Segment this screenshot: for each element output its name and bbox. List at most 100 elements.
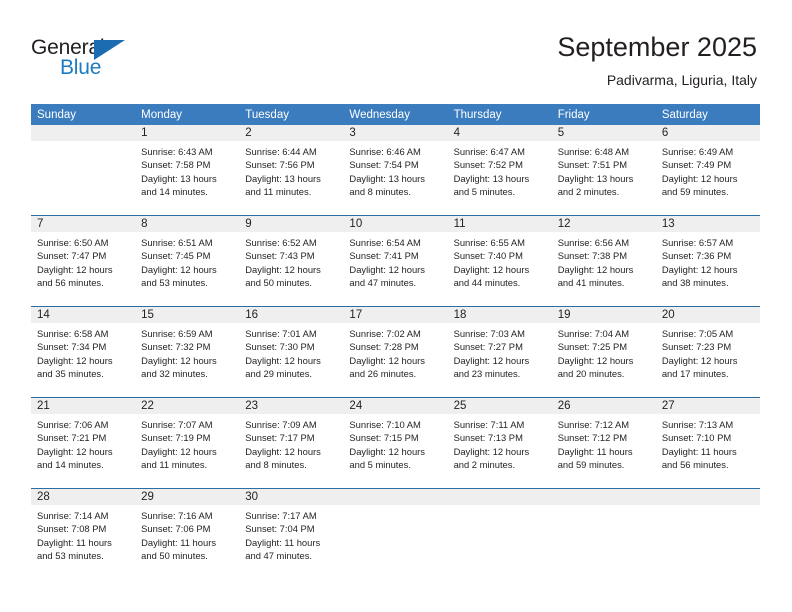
weekday-header-monday: Monday [135,104,240,125]
calendar-day-cell[interactable]: 8 Sunrise: 6:51 AM Sunset: 7:45 PM Daylight… [135,215,240,307]
day-detail-line: and 35 minutes. [37,368,104,380]
calendar-day-cell[interactable]: 28 Sunrise: 7:14 AM Sunset: 7:08 PM Dayligh… [31,488,136,579]
day-details: Sunrise: 7:10 AM Sunset: 7:15 PM Daylight:… [343,414,447,472]
day-details: Sunrise: 7:11 AM Sunset: 7:13 PM Daylight:… [448,414,552,472]
day-detail-line: Sunset: 7:19 PM [141,432,211,444]
calendar-table: Sunday Monday Tuesday Wednesday Thursday… [31,104,760,579]
day-details: Sunrise: 7:12 AM Sunset: 7:12 PM Daylight:… [552,414,656,472]
day-detail-line: and 56 minutes. [661,459,729,471]
day-detail-line: Daylight: 12 hours [349,354,425,366]
day-number: 5 [551,125,656,141]
day-detail-line: Daylight: 12 hours [37,445,113,457]
calendar-day-cell[interactable]: 27 Sunrise: 7:13 AM Sunset: 7:10 PM Dayligh… [655,397,760,489]
day-detail-line: Sunset: 7:49 PM [661,159,732,171]
day-number: 2 [239,125,344,141]
day-number: 16 [239,307,344,323]
day-number [31,125,136,141]
day-number: 8 [135,216,240,232]
weekday-header-friday: Friday [551,104,656,125]
calendar-week-row: 28 Sunrise: 7:14 AM Sunset: 7:08 PM Dayligh… [31,488,760,579]
day-detail-line: and 56 minutes. [37,277,104,289]
calendar-day-cell[interactable]: 22 Sunrise: 7:07 AM Sunset: 7:19 PM Dayligh… [135,397,240,489]
calendar-day-cell-empty [343,488,448,579]
day-detail-line: Daylight: 12 hours [349,445,425,457]
page-subtitle: Padivarma, Liguria, Italy [606,72,757,88]
general-blue-logo[interactable]: General Blue [31,36,151,84]
day-detail-line: Sunrise: 7:05 AM [661,328,734,339]
day-detail-line: and 14 minutes. [141,186,208,198]
calendar-day-cell[interactable]: 3 Sunrise: 6:46 AM Sunset: 7:54 PM Daylight… [343,125,448,216]
day-detail-line: Daylight: 11 hours [245,536,321,548]
calendar-day-cell[interactable]: 1 Sunrise: 6:43 AM Sunset: 7:58 PM Daylight… [135,125,240,216]
day-detail-line: Daylight: 12 hours [245,445,321,457]
calendar-day-cell[interactable]: 9 Sunrise: 6:52 AM Sunset: 7:43 PM Daylight… [239,215,344,307]
day-details: Sunrise: 6:47 AM Sunset: 7:52 PM Daylight:… [448,141,552,199]
day-details: Sunrise: 6:46 AM Sunset: 7:54 PM Daylight:… [343,141,447,199]
calendar-day-cell[interactable]: 25 Sunrise: 7:11 AM Sunset: 7:13 PM Dayligh… [447,397,552,489]
day-details: Sunrise: 7:03 AM Sunset: 7:27 PM Daylight:… [448,323,552,381]
day-detail-line: Sunrise: 7:06 AM [37,419,109,430]
calendar-day-cell[interactable]: 4 Sunrise: 6:47 AM Sunset: 7:52 PM Daylight… [447,125,552,216]
day-number: 1 [135,125,240,141]
day-detail-line: Sunrise: 7:01 AM [245,328,317,339]
day-number: 25 [447,398,552,414]
day-detail-line: and 50 minutes. [245,277,312,289]
day-details: Sunrise: 7:17 AM Sunset: 7:04 PM Daylight:… [239,505,343,563]
calendar-day-cell[interactable]: 13 Sunrise: 6:57 AM Sunset: 7:36 PM Dayligh… [655,215,760,307]
calendar-day-cell[interactable]: 24 Sunrise: 7:10 AM Sunset: 7:15 PM Dayligh… [343,397,448,489]
day-detail-line: Sunrise: 7:11 AM [453,419,525,430]
day-number [447,489,552,505]
day-detail-line: and 17 minutes. [661,368,729,380]
day-details: Sunrise: 6:58 AM Sunset: 7:34 PM Daylight:… [31,323,135,381]
day-details: Sunrise: 7:14 AM Sunset: 7:08 PM Daylight:… [31,505,135,563]
day-detail-line: Sunrise: 7:17 AM [245,510,317,521]
calendar-day-cell[interactable]: 2 Sunrise: 6:44 AM Sunset: 7:56 PM Daylight… [239,125,344,216]
day-detail-line: and 53 minutes. [37,550,104,562]
calendar-day-cell[interactable]: 17 Sunrise: 7:02 AM Sunset: 7:28 PM Dayligh… [343,306,448,398]
day-details: Sunrise: 6:49 AM Sunset: 7:49 PM Daylight:… [656,141,760,199]
calendar-day-cell[interactable]: 21 Sunrise: 7:06 AM Sunset: 7:21 PM Dayligh… [31,397,136,489]
day-details: Sunrise: 7:01 AM Sunset: 7:30 PM Daylight:… [239,323,343,381]
day-details: Sunrise: 6:43 AM Sunset: 7:58 PM Daylight:… [135,141,239,199]
calendar-day-cell[interactable]: 29 Sunrise: 7:16 AM Sunset: 7:06 PM Dayligh… [135,488,240,579]
day-detail-line: Sunset: 7:45 PM [141,250,211,262]
day-detail-line: Daylight: 12 hours [141,445,217,457]
calendar-day-cell[interactable]: 6 Sunrise: 6:49 AM Sunset: 7:49 PM Daylight… [655,125,760,216]
day-detail-line: and 20 minutes. [557,368,625,380]
day-detail-line: Daylight: 12 hours [453,263,530,275]
calendar-day-cell[interactable]: 23 Sunrise: 7:09 AM Sunset: 7:17 PM Dayligh… [239,397,344,489]
day-detail-line: and 5 minutes. [453,186,516,198]
day-detail-line: Daylight: 12 hours [141,263,217,275]
calendar-day-cell[interactable]: 19 Sunrise: 7:04 AM Sunset: 7:25 PM Dayligh… [551,306,656,398]
day-detail-line: Sunrise: 6:51 AM [141,237,213,248]
calendar-day-cell[interactable]: 26 Sunrise: 7:12 AM Sunset: 7:12 PM Dayligh… [551,397,656,489]
calendar-day-cell[interactable]: 30 Sunrise: 7:17 AM Sunset: 7:04 PM Dayligh… [239,488,344,579]
calendar-day-cell[interactable]: 15 Sunrise: 6:59 AM Sunset: 7:32 PM Dayligh… [135,306,240,398]
calendar-day-cell-empty [447,488,552,579]
logo-text-blue: Blue [60,56,102,79]
day-detail-line: Sunset: 7:52 PM [453,159,523,171]
calendar-day-cell[interactable]: 12 Sunrise: 6:56 AM Sunset: 7:38 PM Dayligh… [551,215,656,307]
day-detail-line: Sunset: 7:28 PM [349,341,419,353]
day-detail-line: Sunset: 7:54 PM [349,159,419,171]
day-detail-line: Sunset: 7:51 PM [557,159,628,171]
day-detail-line: Daylight: 11 hours [661,445,737,457]
calendar-day-cell[interactable]: 16 Sunrise: 7:01 AM Sunset: 7:30 PM Dayligh… [239,306,344,398]
day-detail-line: Daylight: 12 hours [661,263,738,275]
calendar-week-row: 21 Sunrise: 7:06 AM Sunset: 7:21 PM Dayligh… [31,397,760,489]
calendar-day-cell[interactable]: 18 Sunrise: 7:03 AM Sunset: 7:27 PM Dayligh… [447,306,552,398]
day-detail-line: Sunset: 7:06 PM [141,523,211,535]
day-detail-line: Sunset: 7:58 PM [141,159,211,171]
calendar-day-cell[interactable]: 20 Sunrise: 7:05 AM Sunset: 7:23 PM Dayligh… [655,306,760,398]
calendar-day-cell[interactable]: 5 Sunrise: 6:48 AM Sunset: 7:51 PM Daylight… [551,125,656,216]
day-number: 13 [655,216,760,232]
calendar-week-row: 1 Sunrise: 6:43 AM Sunset: 7:58 PM Daylight… [31,125,760,216]
day-detail-line: Sunset: 7:23 PM [661,341,732,353]
calendar-day-cell[interactable]: 10 Sunrise: 6:54 AM Sunset: 7:41 PM Dayligh… [343,215,448,307]
calendar-day-cell[interactable]: 11 Sunrise: 6:55 AM Sunset: 7:40 PM Dayligh… [447,215,552,307]
day-detail-line: Sunset: 7:40 PM [453,250,523,262]
day-detail-line: and 38 minutes. [661,277,729,289]
calendar-day-cell[interactable]: 7 Sunrise: 6:50 AM Sunset: 7:47 PM Daylight… [31,215,136,307]
calendar-day-cell[interactable]: 14 Sunrise: 6:58 AM Sunset: 7:34 PM Dayligh… [31,306,136,398]
day-number: 10 [343,216,448,232]
